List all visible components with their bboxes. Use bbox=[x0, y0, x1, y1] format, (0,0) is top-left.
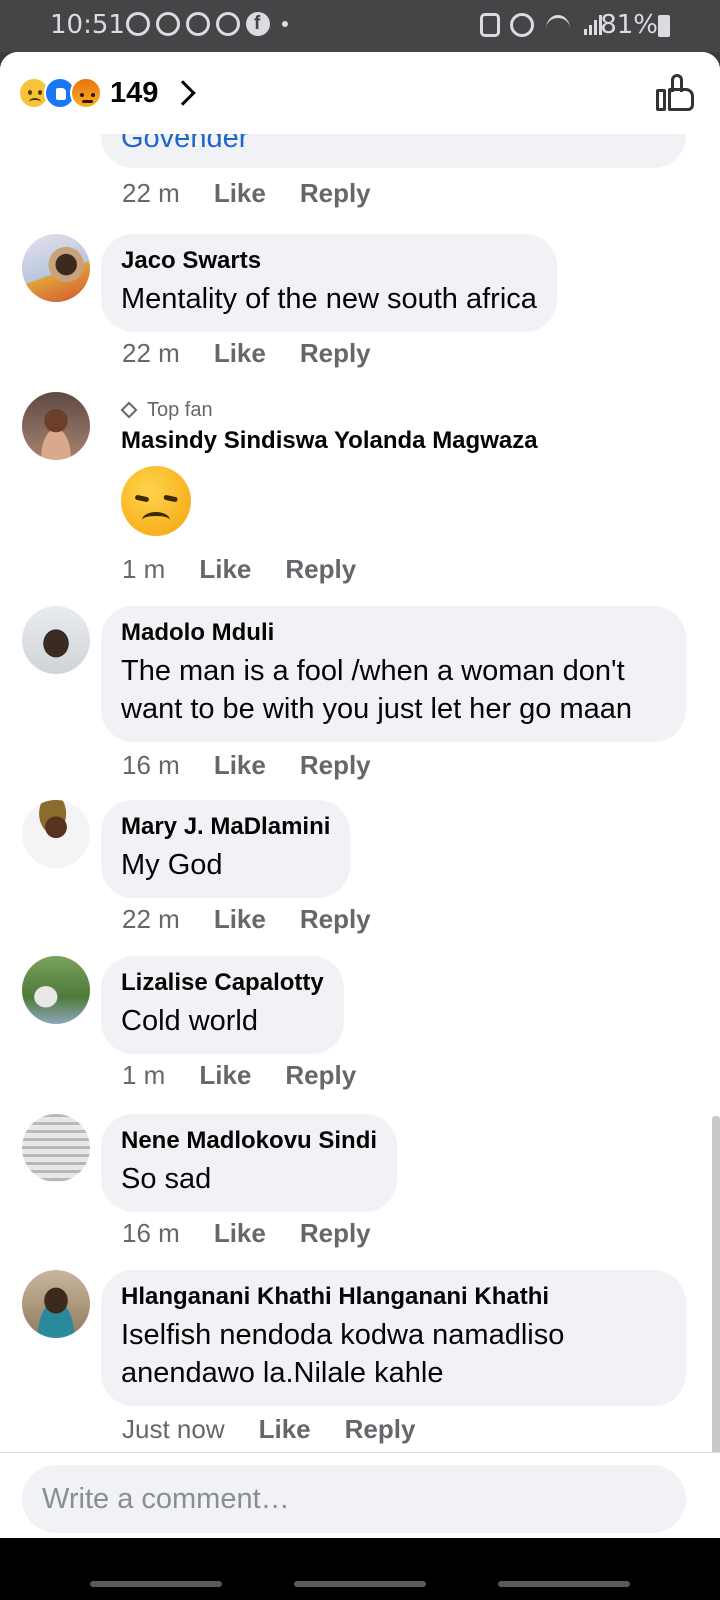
like-button[interactable]: Like bbox=[214, 904, 266, 935]
reply-button[interactable]: Reply bbox=[300, 904, 371, 935]
system-icons bbox=[480, 13, 602, 37]
recent-apps-button[interactable] bbox=[90, 1581, 222, 1587]
comments-sheet: 149 Govender 22 m Like Reply Jaco Swarts… bbox=[0, 52, 720, 1590]
comment-text: Cold world bbox=[121, 1005, 258, 1037]
notification-icon bbox=[156, 12, 180, 36]
like-button[interactable]: Like bbox=[199, 1060, 251, 1091]
like-button[interactable]: Like bbox=[214, 338, 266, 369]
comment-actions: 1 m Like Reply bbox=[122, 1060, 390, 1091]
avatar[interactable] bbox=[22, 956, 90, 1024]
like-button[interactable]: Like bbox=[214, 1218, 266, 1249]
like-button[interactable]: Like bbox=[214, 178, 266, 209]
comment-list[interactable]: Govender 22 m Like Reply Jaco Swarts Men… bbox=[0, 134, 720, 1504]
comment-bubble: Madolo Mduli The man is a fool /when a w… bbox=[101, 606, 686, 742]
reply-button[interactable]: Reply bbox=[300, 178, 371, 209]
comment-actions: 1 m Like Reply bbox=[122, 554, 390, 585]
comment-input[interactable] bbox=[42, 1465, 662, 1533]
comment-time: 22 m bbox=[122, 338, 180, 368]
like-button[interactable]: Like bbox=[259, 1414, 311, 1445]
lock-icon bbox=[480, 13, 500, 37]
comment-input-box[interactable] bbox=[22, 1465, 686, 1533]
notification-icon bbox=[126, 12, 150, 36]
avatar[interactable] bbox=[22, 1270, 90, 1338]
comment-actions: 22 m Like Reply bbox=[122, 904, 405, 935]
comment-bubble: Jaco Swarts Mentality of the new south a… bbox=[101, 234, 557, 332]
battery-level: 81% bbox=[600, 10, 658, 40]
comment-bubble: Govender bbox=[101, 134, 686, 168]
reply-button[interactable]: Reply bbox=[300, 750, 371, 781]
like-button[interactable]: Like bbox=[199, 554, 251, 585]
avatar[interactable] bbox=[22, 800, 90, 868]
like-post-button[interactable] bbox=[656, 74, 696, 112]
comment-actions: 16 m Like Reply bbox=[122, 1218, 405, 1249]
like-button[interactable]: Like bbox=[214, 750, 266, 781]
comment-text: So sad bbox=[121, 1163, 212, 1195]
commenter-name[interactable]: Mary J. MaDlamini bbox=[121, 812, 330, 842]
top-fan-badge: Top fan bbox=[120, 398, 538, 422]
scrollbar[interactable] bbox=[712, 1116, 720, 1456]
comment-time: 1 m bbox=[122, 1060, 166, 1090]
comment-text: Govender bbox=[121, 134, 249, 154]
comment-actions: 22 m Like Reply bbox=[122, 338, 405, 369]
comment-actions: 16 m Like Reply bbox=[122, 750, 405, 781]
notification-icon bbox=[216, 12, 240, 36]
chevron-right-icon bbox=[170, 80, 197, 106]
reply-button[interactable]: Reply bbox=[285, 554, 356, 585]
diamond-icon bbox=[120, 401, 138, 419]
wifi-icon bbox=[544, 13, 574, 35]
top-fan-label: Top fan bbox=[147, 399, 213, 421]
sheet-header: 149 bbox=[0, 52, 720, 134]
commenter-name[interactable]: Hlanganani Khathi Hlanganani Khathi bbox=[121, 1282, 666, 1312]
comment-bubble: Mary J. MaDlamini My God bbox=[101, 800, 351, 898]
comment-bubble: Hlanganani Khathi Hlanganani Khathi Isel… bbox=[101, 1270, 686, 1406]
commenter-name[interactable]: Lizalise Capalotty bbox=[121, 968, 324, 998]
notification-icons bbox=[126, 12, 288, 36]
reactions-summary[interactable]: 149 bbox=[18, 76, 197, 110]
comment-time: 22 m bbox=[122, 904, 180, 934]
comment-bubble: Nene Madlokovu Sindi So sad bbox=[101, 1114, 398, 1212]
comment-time: 16 m bbox=[122, 750, 180, 780]
comment-time: 1 m bbox=[122, 554, 166, 584]
angry-reaction-icon bbox=[70, 77, 102, 109]
status-time: 10:51 bbox=[50, 10, 125, 40]
avatar[interactable] bbox=[22, 1114, 90, 1182]
system-nav-bar bbox=[0, 1538, 720, 1600]
reaction-count: 149 bbox=[110, 76, 159, 109]
comment-time: Just now bbox=[122, 1414, 225, 1444]
more-notifications-icon bbox=[282, 21, 288, 27]
alarm-icon bbox=[510, 13, 534, 37]
status-bar: 10:51 81% bbox=[0, 0, 720, 52]
battery-icon bbox=[658, 15, 670, 37]
comment-text-line: Iselfish nendoda kodwa namadliso bbox=[121, 1319, 565, 1351]
comment-actions: 22 m Like Reply bbox=[122, 178, 405, 209]
facebook-icon bbox=[246, 12, 270, 36]
home-button[interactable] bbox=[294, 1581, 426, 1587]
avatar[interactable] bbox=[22, 234, 90, 302]
reply-button[interactable]: Reply bbox=[345, 1414, 416, 1445]
comment-text-line: The man is a fool /when a woman don't bbox=[121, 655, 625, 687]
comment-text: Mentality of the new south africa bbox=[121, 283, 537, 315]
reply-button[interactable]: Reply bbox=[300, 1218, 371, 1249]
commenter-name[interactable]: Jaco Swarts bbox=[121, 246, 537, 276]
comment-text-line: anendawo la.Nilale kahle bbox=[121, 1357, 444, 1389]
comment-time: 22 m bbox=[122, 178, 180, 208]
commenter-name[interactable]: Masindy Sindiswa Yolanda Magwaza bbox=[121, 426, 538, 456]
comment-bubble: Top fan Masindy Sindiswa Yolanda Magwaza bbox=[101, 392, 558, 550]
reply-button[interactable]: Reply bbox=[285, 1060, 356, 1091]
pensive-face-emoji bbox=[121, 466, 191, 536]
reply-button[interactable]: Reply bbox=[300, 338, 371, 369]
comment-bubble: Lizalise Capalotty Cold world bbox=[101, 956, 344, 1054]
avatar[interactable] bbox=[22, 606, 90, 674]
comment-text-line: want to be with you just let her go maan bbox=[121, 693, 633, 725]
commenter-name[interactable]: Nene Madlokovu Sindi bbox=[121, 1126, 377, 1156]
notification-icon bbox=[186, 12, 210, 36]
avatar[interactable] bbox=[22, 392, 90, 460]
comment-text: My God bbox=[121, 849, 223, 881]
back-button[interactable] bbox=[498, 1581, 630, 1587]
comment-actions: Just now Like Reply bbox=[122, 1414, 449, 1445]
comment-time: 16 m bbox=[122, 1218, 180, 1248]
commenter-name[interactable]: Madolo Mduli bbox=[121, 618, 666, 648]
